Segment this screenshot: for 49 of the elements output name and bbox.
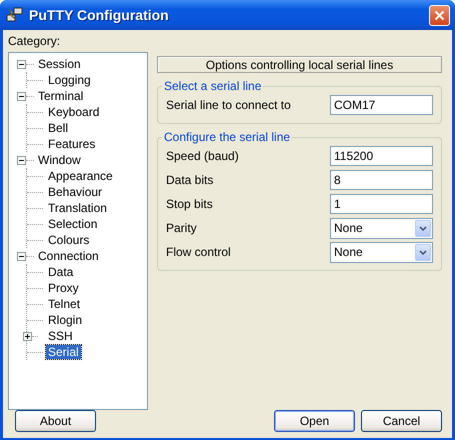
- group-title: Configure the serial line: [163, 130, 292, 144]
- tree-item[interactable]: Keyboard: [46, 105, 102, 119]
- chevron-down-icon: [419, 250, 427, 254]
- collapse-icon[interactable]: [17, 92, 26, 100]
- field-label: Data bits: [166, 173, 214, 187]
- collapse-icon[interactable]: [17, 252, 26, 260]
- dropdown[interactable]: None: [330, 242, 433, 262]
- field-label: Speed (baud): [166, 149, 239, 163]
- tree-item[interactable]: Colours: [46, 233, 92, 247]
- tree-item[interactable]: Connection: [36, 249, 101, 263]
- computers-icon: [6, 6, 24, 24]
- tree-item[interactable]: Logging: [46, 73, 93, 87]
- tree-item[interactable]: Rlogin: [46, 313, 84, 327]
- text-field[interactable]: 8: [330, 170, 433, 190]
- group-title: Select a serial line: [163, 79, 262, 93]
- category-label: Category:: [8, 34, 62, 48]
- tree-item[interactable]: Serial: [46, 345, 81, 359]
- tree-item[interactable]: Behaviour: [46, 185, 104, 199]
- tree-item[interactable]: Appearance: [46, 169, 115, 183]
- field-label: Parity: [166, 221, 197, 235]
- tree-item[interactable]: SSH: [46, 329, 75, 343]
- text-field[interactable]: 115200: [330, 146, 433, 166]
- field-label: Serial line to connect to: [166, 98, 291, 112]
- collapse-icon[interactable]: [17, 60, 26, 68]
- tree-item[interactable]: Proxy: [46, 281, 81, 295]
- tree-item[interactable]: Session: [36, 57, 83, 71]
- tree-item[interactable]: Bell: [46, 121, 70, 135]
- tree-item[interactable]: Telnet: [46, 297, 82, 311]
- text-field[interactable]: COM17: [330, 95, 433, 115]
- chevron-down-icon: [419, 226, 427, 230]
- tree-item[interactable]: Features: [46, 137, 98, 151]
- tree-item[interactable]: Terminal: [36, 89, 86, 103]
- text-field[interactable]: 1: [330, 194, 433, 214]
- tree-item[interactable]: Translation: [46, 201, 109, 215]
- field-label: Stop bits: [166, 197, 213, 211]
- close-icon: [434, 10, 445, 20]
- collapse-icon[interactable]: [17, 156, 26, 164]
- close-button[interactable]: [429, 4, 450, 26]
- panel-header: Options controlling local serial lines: [157, 56, 442, 73]
- dropdown[interactable]: None: [330, 218, 433, 238]
- tree-item[interactable]: Selection: [46, 217, 100, 231]
- tree-item[interactable]: Window: [36, 153, 83, 167]
- dialog-button[interactable]: Cancel: [361, 410, 442, 432]
- expand-icon[interactable]: [23, 332, 32, 340]
- window-title: PuTTY Configuration: [29, 7, 170, 23]
- field-label: Flow control: [166, 245, 231, 259]
- dialog-button[interactable]: Open: [274, 410, 355, 432]
- tree-item[interactable]: Data: [46, 265, 76, 279]
- dialog-button[interactable]: About: [15, 410, 96, 432]
